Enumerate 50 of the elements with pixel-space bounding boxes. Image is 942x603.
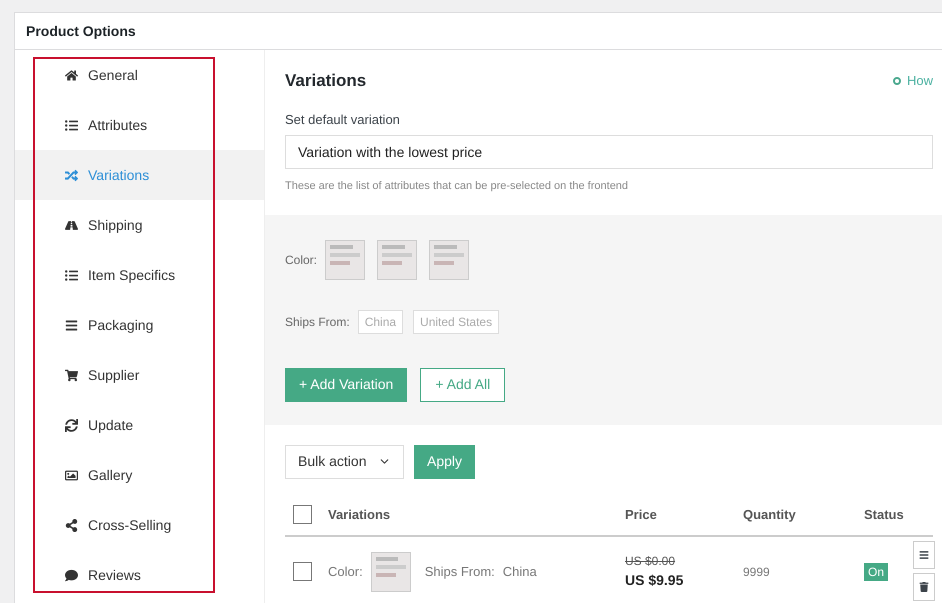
sidebar-item[interactable]: Attributes [15, 100, 264, 150]
ships-from-value: China [502, 562, 537, 581]
photo-placeholder [325, 240, 366, 280]
price: US $9.95 [625, 571, 684, 590]
column-header: Price [625, 506, 658, 524]
menu-icon [919, 550, 929, 560]
comment-icon [65, 568, 78, 582]
sidebar-item[interactable]: Supplier [15, 350, 264, 400]
refresh-icon [65, 418, 78, 432]
ships-from-label: Ships From: [285, 314, 350, 330]
list-icon [65, 118, 78, 132]
column-header: Quantity [743, 506, 797, 524]
trash-icon [919, 582, 929, 592]
bulk-action-select[interactable]: Bulk action [285, 444, 404, 478]
column-header: Variations [328, 506, 392, 524]
sidebar-item[interactable]: Packaging [15, 300, 264, 350]
field-label: Set default variation [285, 110, 400, 128]
sidebar-item[interactable]: Reviews [15, 550, 264, 600]
shuffle-icon [65, 168, 78, 182]
photo-placeholder [429, 240, 470, 280]
sidebar-item[interactable]: Item Specifics [15, 250, 264, 300]
image-icon [65, 468, 78, 482]
row-checkbox[interactable] [293, 562, 312, 581]
sidebar-item[interactable]: Shipping [15, 200, 264, 250]
road-icon [65, 218, 78, 232]
field-hint: These are the list of attributes that can be pre-selected on the frontend [285, 179, 628, 194]
status-badge: On [864, 562, 888, 580]
color-label: Color: [328, 562, 363, 581]
color-label: Color: [285, 252, 318, 268]
home-icon [65, 68, 78, 82]
panel-title: Product Options [26, 22, 136, 41]
quantity: 9999 [743, 564, 771, 580]
photo-placeholder [377, 240, 418, 280]
sidebar-item[interactable]: Update [15, 400, 264, 450]
default-variation-select[interactable]: Variation with the lowest price [285, 135, 933, 169]
select-all-checkbox[interactable] [293, 505, 312, 524]
section-title: Variations [285, 70, 366, 92]
delete-button[interactable] [913, 572, 935, 600]
ships-from-label: Ships From: [424, 562, 495, 581]
cart-icon [65, 368, 78, 382]
share-icon [65, 518, 78, 532]
column-header: Status [864, 506, 905, 524]
menu-icon [65, 318, 78, 332]
sidebar-item[interactable]: Cross-Selling [15, 500, 264, 550]
menu-button[interactable] [913, 540, 935, 568]
photo-placeholder [370, 552, 411, 592]
list-icon [65, 268, 78, 282]
sidebar-item[interactable]: Gallery [15, 450, 264, 500]
old-price: US $0.00 [625, 553, 676, 570]
sidebar-item[interactable]: General [15, 50, 264, 100]
